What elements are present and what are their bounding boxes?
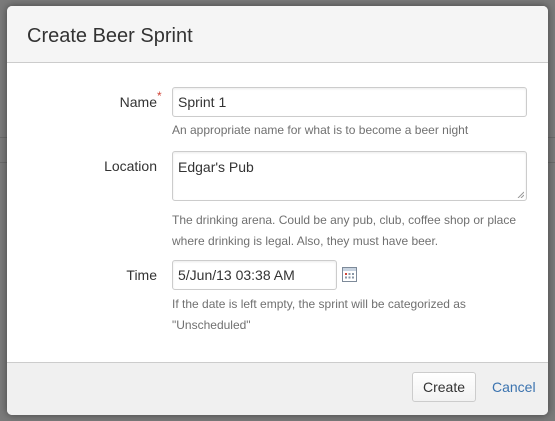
cancel-link[interactable]: Cancel — [492, 378, 536, 396]
background-divider — [548, 137, 555, 138]
create-beer-sprint-dialog: Create Beer Sprint Name * An appropriate… — [7, 6, 548, 415]
time-input[interactable] — [172, 260, 337, 290]
name-description: An appropriate name for what is to becom… — [172, 123, 469, 137]
background-divider — [548, 162, 555, 163]
time-label: Time — [126, 267, 157, 283]
dialog-title: Create Beer Sprint — [27, 25, 193, 47]
dialog-header: Create Beer Sprint — [7, 6, 548, 63]
name-input[interactable] — [172, 87, 527, 117]
background-divider — [0, 162, 7, 163]
resize-grip-icon[interactable] — [517, 191, 524, 198]
dialog-footer: Create Cancel — [7, 362, 548, 415]
location-textarea[interactable]: Edgar's Pub — [172, 151, 527, 201]
calendar-icon[interactable] — [342, 267, 357, 282]
location-label: Location — [104, 158, 157, 174]
location-description-line1: The drinking arena. Could be any pub, cl… — [172, 213, 517, 227]
required-marker: * — [157, 89, 162, 103]
name-label: Name — [119, 94, 157, 110]
time-description-line1: If the date is left empty, the sprint wi… — [172, 297, 466, 311]
location-description-line2: where drinking is legal. Also, they must… — [172, 234, 439, 248]
time-description-line2: "Unscheduled" — [172, 318, 251, 332]
background-divider — [0, 137, 7, 138]
create-button[interactable]: Create — [412, 372, 476, 402]
